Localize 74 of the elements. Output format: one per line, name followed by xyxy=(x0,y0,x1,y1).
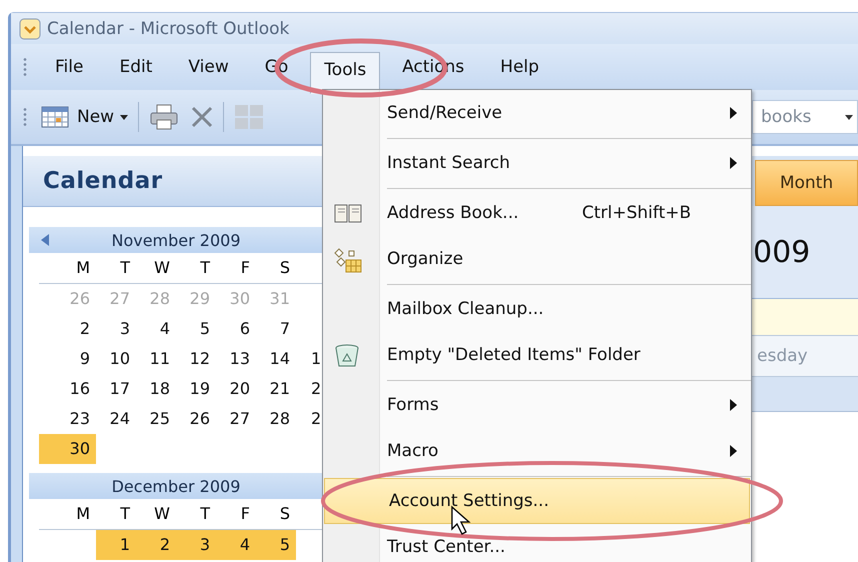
weekday-label: F xyxy=(216,253,256,284)
calendar-day[interactable]: 4 xyxy=(216,530,256,560)
menu-item[interactable]: Empty "Deleted Items" Folder xyxy=(323,332,751,378)
calendar-day[interactable]: 19 xyxy=(176,374,216,404)
menu-bar-item[interactable]: Help xyxy=(486,49,554,85)
menu-bar-item[interactable]: View xyxy=(174,49,243,85)
calendar-day[interactable]: 6 xyxy=(216,314,256,344)
calendar-day[interactable]: 17 xyxy=(96,374,136,404)
calendar-day[interactable]: 2 xyxy=(136,530,176,560)
dropdown-caret-icon[interactable] xyxy=(845,114,853,120)
calendar-day[interactable]: 12 xyxy=(176,344,216,374)
calendar-day[interactable]: 4 xyxy=(136,314,176,344)
calendar-day[interactable]: 9 xyxy=(39,344,96,374)
calendar-day[interactable]: 23 xyxy=(39,404,96,434)
calendar-day[interactable]: 14 xyxy=(256,344,296,374)
month-title: November 2009 xyxy=(111,230,241,250)
month-title: December 2009 xyxy=(112,476,240,496)
calendar-day[interactable]: 21 xyxy=(256,374,296,404)
weekday-label: T xyxy=(96,253,136,284)
menu-item[interactable]: Forms xyxy=(323,382,751,428)
day-header: esday xyxy=(757,346,808,366)
calendar-day[interactable]: 2 xyxy=(39,314,96,344)
weekday-label: M xyxy=(39,253,96,284)
menu-item[interactable]: Trust Center... xyxy=(323,524,751,562)
menu-bar-item[interactable]: File xyxy=(41,49,98,85)
search-field[interactable]: books xyxy=(752,100,858,134)
calendar-day[interactable]: 5 xyxy=(176,314,216,344)
pane-title: Calendar xyxy=(23,156,323,207)
shortcut-label: Ctrl+Shift+B xyxy=(582,203,692,223)
delete-icon[interactable] xyxy=(191,106,214,128)
date-heading: 009 xyxy=(753,234,810,270)
calendar-day[interactable]: 28 xyxy=(256,404,296,434)
calendar-day[interactable]: 20 xyxy=(216,374,256,404)
weekday-label: T xyxy=(176,253,216,284)
menu-item[interactable]: Address Book... Ctrl+Shift+B xyxy=(323,190,751,236)
organize-icon xyxy=(333,248,363,274)
calendar-day[interactable]: 11 xyxy=(136,344,176,374)
calendar-day[interactable]: 26 xyxy=(176,404,216,434)
menu-item[interactable]: Macro xyxy=(323,428,751,474)
calendar-day[interactable]: 2 xyxy=(296,374,322,404)
menu-item[interactable]: Instant Search xyxy=(323,140,751,186)
calendar-day[interactable]: 1 xyxy=(296,344,322,374)
calendar-day[interactable]: 7 xyxy=(256,314,296,344)
calendar-day[interactable]: 3 xyxy=(96,314,136,344)
window-title: Calendar - Microsoft Outlook xyxy=(47,18,290,38)
book-icon xyxy=(333,202,363,224)
new-button[interactable]: New xyxy=(41,106,120,128)
calendar-day[interactable]: 5 xyxy=(256,530,296,560)
weekday-label: W xyxy=(136,253,176,284)
calendar-day[interactable]: 18 xyxy=(136,374,176,404)
calendar-day[interactable]: 10 xyxy=(96,344,136,374)
view-tab[interactable]: Month xyxy=(755,160,858,206)
printer-icon[interactable] xyxy=(149,104,180,130)
menu-bar-item[interactable]: Edit xyxy=(105,49,166,85)
calendar-day[interactable]: 1 xyxy=(96,530,136,560)
calendar-icon xyxy=(41,106,69,128)
previous-month-icon[interactable] xyxy=(41,234,49,246)
calendar-day[interactable]: 24 xyxy=(96,404,136,434)
calendar-day[interactable]: 13 xyxy=(216,344,256,374)
recycle-bin-icon xyxy=(333,344,361,368)
calendar-day[interactable]: 3 xyxy=(176,530,216,560)
calendar-day[interactable]: 25 xyxy=(136,404,176,434)
calendar-day[interactable]: 27 xyxy=(216,404,256,434)
caret-icon[interactable] xyxy=(120,114,128,120)
calendar-day[interactable]: 2 xyxy=(296,404,322,434)
menu-item[interactable]: Mailbox Cleanup... xyxy=(323,286,751,332)
menu-item[interactable]: Organize xyxy=(323,236,751,282)
placeholder-text: books xyxy=(761,107,812,127)
weekday-label: M xyxy=(39,499,96,530)
calendar-day[interactable]: 30 xyxy=(39,434,96,464)
calendar-app-icon xyxy=(19,18,41,40)
weekday-label: S xyxy=(256,253,296,284)
menu-item[interactable]: Account Settings... xyxy=(324,478,750,524)
calendar-day[interactable]: 16 xyxy=(39,374,96,404)
